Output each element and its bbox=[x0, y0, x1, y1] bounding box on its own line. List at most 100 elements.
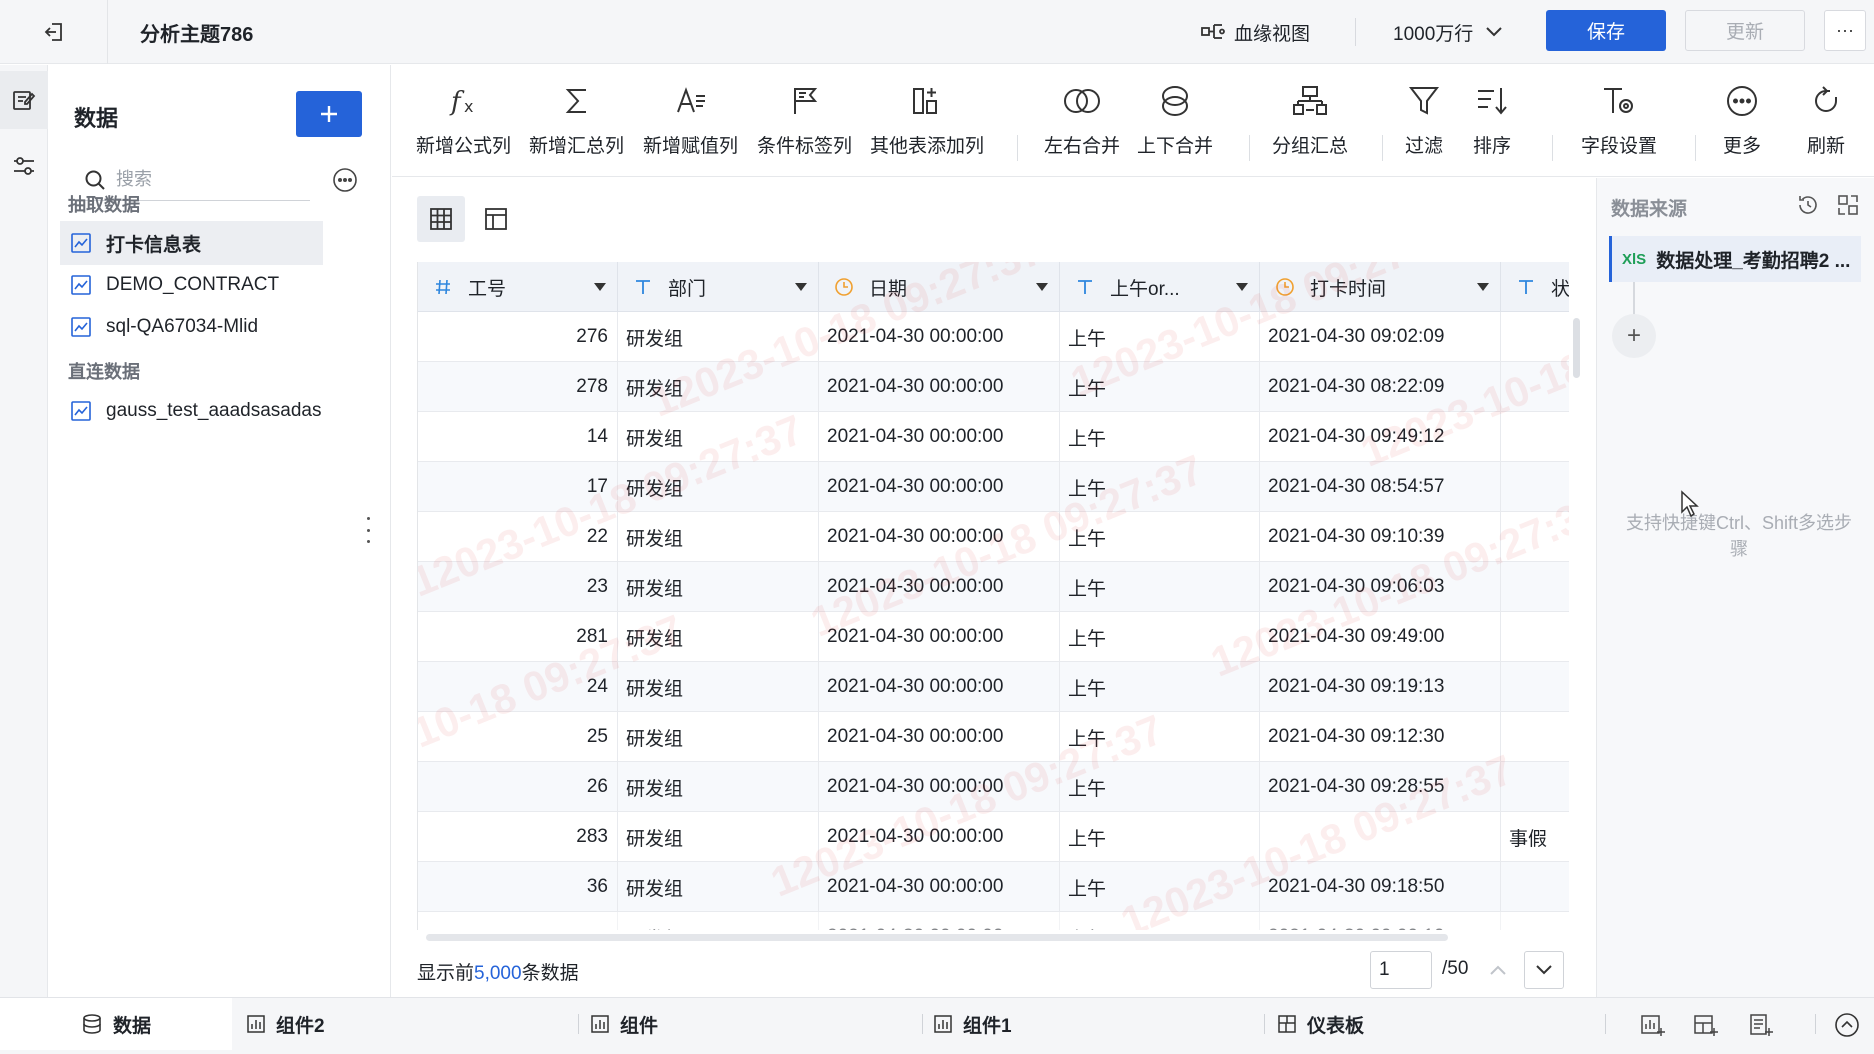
tool-label: 新增赋值列 bbox=[643, 136, 739, 157]
caret-down-icon[interactable] bbox=[1466, 283, 1500, 291]
table-row[interactable]: 25 研发组 2021-04-30 00:00:00 上午 2021-04-30 09:… bbox=[418, 712, 1569, 762]
grid-header: 工号 部门 日期 上午or... 打卡时间 状 bbox=[418, 262, 1569, 312]
row-count-info: 显示前5,000条数据 bbox=[417, 958, 579, 985]
caret-down-icon[interactable] bbox=[784, 283, 818, 291]
sort-button[interactable]: 排序 bbox=[1473, 81, 1511, 167]
column-header-empno[interactable]: 工号 bbox=[418, 262, 618, 312]
tab-data[interactable]: 数据 bbox=[0, 998, 232, 1050]
column-header-ampm[interactable]: 上午or... bbox=[1060, 262, 1260, 312]
table-row[interactable]: 276 研发组 2021-04-30 00:00:00 上午 2021-04-30 09… bbox=[418, 312, 1569, 362]
exit-button[interactable] bbox=[36, 14, 72, 50]
history-icon bbox=[1799, 196, 1817, 214]
layout-view-toggle[interactable] bbox=[472, 196, 520, 242]
page-number-input[interactable] bbox=[1370, 951, 1432, 989]
table-chart-icon bbox=[71, 401, 91, 421]
column-header-date[interactable]: 日期 bbox=[819, 262, 1060, 312]
table-row[interactable]: 281 研发组 2021-04-30 00:00:00 上午 2021-04-30 09… bbox=[418, 612, 1569, 662]
table-cell: 36 bbox=[418, 862, 618, 912]
rail-settings[interactable] bbox=[0, 137, 48, 195]
table-row[interactable]: 283 研发组 2021-04-30 00:00:00 上午 事假 bbox=[418, 812, 1569, 862]
table-row[interactable]: 14 研发组 2021-04-30 00:00:00 上午 2021-04-30 09:… bbox=[418, 412, 1569, 462]
more-operations-button[interactable]: 更多 bbox=[1723, 81, 1761, 167]
table-cell: 研发组 bbox=[618, 712, 819, 762]
tool-label: 其他表添加列 bbox=[870, 136, 985, 157]
panel-resize-handle[interactable] bbox=[364, 517, 372, 543]
table-row[interactable]: 17 研发组 2021-04-30 00:00:00 上午 2021-04-30 08:… bbox=[418, 462, 1569, 512]
search-input[interactable] bbox=[116, 169, 296, 190]
prev-page-button[interactable] bbox=[1480, 951, 1516, 989]
data-source-item[interactable]: XlS 数据处理_考勤招聘2 ... bbox=[1609, 236, 1861, 282]
column-header-punch-time[interactable]: 打卡时间 bbox=[1260, 262, 1501, 312]
grid-view-toggle[interactable] bbox=[417, 196, 465, 242]
table-cell bbox=[1501, 562, 1569, 612]
table-cell: 2021-04-30 09:49:00 bbox=[1260, 612, 1501, 662]
formula-icon: fx bbox=[449, 87, 473, 117]
row-limit-select[interactable]: 1000万行 bbox=[1393, 14, 1503, 50]
filter-button[interactable]: 过滤 bbox=[1405, 81, 1443, 167]
update-button[interactable]: 更新 bbox=[1685, 10, 1805, 51]
lineage-view-button[interactable]: 血缘视图 bbox=[1200, 14, 1310, 50]
add-other-table-column-button[interactable]: 其他表添加列 bbox=[870, 81, 984, 167]
layout-switch-icon bbox=[1838, 195, 1858, 215]
tab-dashboard[interactable]: 仪表板 bbox=[1277, 998, 1364, 1050]
data-source-name: 数据处理_考勤招聘2 ... bbox=[1656, 250, 1851, 272]
table-item[interactable]: sql-QA67034-Mlid bbox=[60, 305, 323, 349]
collapse-tabs-button[interactable] bbox=[1830, 1008, 1864, 1042]
tab-component2[interactable]: 组件2 bbox=[246, 998, 325, 1050]
table-row[interactable]: 22 研发组 2021-04-30 00:00:00 上午 2021-04-30 09:… bbox=[418, 512, 1569, 562]
table-row[interactable]: 研发组2021-04-30 00:00:00上午2021-04-30 09:00… bbox=[418, 912, 1569, 930]
table-row[interactable]: 278 研发组 2021-04-30 00:00:00 上午 2021-04-30 08… bbox=[418, 362, 1569, 412]
caret-down-icon[interactable] bbox=[583, 283, 617, 291]
caret-down-icon[interactable] bbox=[1025, 283, 1059, 291]
layout-switch-button[interactable] bbox=[1833, 190, 1863, 220]
panel-more-button[interactable] bbox=[330, 165, 360, 195]
table-cell: 2021-04-30 00:00:00 bbox=[819, 462, 1060, 512]
add-formula-column-button[interactable]: fx 新增公式列 bbox=[416, 81, 511, 167]
left-right-merge-button[interactable]: 左右合并 bbox=[1044, 81, 1120, 167]
add-dashboard-button[interactable] bbox=[1689, 1008, 1723, 1042]
table-item-label: sql-QA67034-Mlid bbox=[106, 316, 259, 337]
save-button[interactable]: 保存 bbox=[1546, 10, 1666, 51]
tab-component[interactable]: 组件 bbox=[590, 998, 658, 1050]
add-report-button[interactable] bbox=[1744, 1008, 1778, 1042]
field-settings-button[interactable]: 字段设置 bbox=[1581, 81, 1657, 167]
rail-data-prep[interactable] bbox=[0, 71, 48, 129]
tab-label: 组件2 bbox=[276, 1015, 325, 1037]
table-row[interactable]: 23 研发组 2021-04-30 00:00:00 上午 2021-04-30 09:… bbox=[418, 562, 1569, 612]
add-summary-column-button[interactable]: 新增汇总列 bbox=[529, 81, 624, 167]
add-component-button[interactable] bbox=[1636, 1008, 1670, 1042]
table-cell: 17 bbox=[418, 462, 618, 512]
text-type-icon bbox=[632, 278, 654, 296]
tab-component1[interactable]: 组件1 bbox=[933, 998, 1012, 1050]
filter-icon bbox=[1408, 87, 1440, 115]
more-options-button[interactable]: ··· bbox=[1824, 10, 1866, 51]
table-item[interactable]: DEMO_CONTRACT bbox=[60, 263, 323, 307]
table-cell: 2021-04-30 09:19:13 bbox=[1260, 662, 1501, 712]
table-cell: 2021-04-30 00:00:00 bbox=[819, 512, 1060, 562]
table-cell bbox=[1501, 362, 1569, 412]
ellipsis-circle-icon bbox=[1727, 86, 1757, 116]
group-summary-button[interactable]: 分组汇总 bbox=[1272, 81, 1348, 167]
history-button[interactable] bbox=[1793, 190, 1823, 220]
grid-vertical-scrollbar[interactable] bbox=[1573, 318, 1580, 378]
caret-down-icon[interactable] bbox=[1225, 283, 1259, 291]
data-grid: 工号 部门 日期 上午or... 打卡时间 状 276 研发组 2021-04-… bbox=[417, 262, 1569, 930]
up-down-merge-button[interactable]: 上下合并 bbox=[1137, 81, 1213, 167]
add-assign-column-button[interactable]: 新增赋值列 bbox=[643, 81, 738, 167]
add-data-button[interactable] bbox=[296, 91, 362, 137]
table-item[interactable]: gauss_test_aaadsasadas bbox=[60, 389, 323, 433]
table-row[interactable]: 24 研发组 2021-04-30 00:00:00 上午 2021-04-30 09:… bbox=[418, 662, 1569, 712]
column-header-dept[interactable]: 部门 bbox=[618, 262, 819, 312]
svg-text:f: f bbox=[449, 87, 465, 117]
tool-label: 上下合并 bbox=[1137, 136, 1214, 157]
grid-horizontal-scrollbar[interactable] bbox=[426, 934, 1448, 941]
add-condition-tag-column-button[interactable]: 条件标签列 bbox=[757, 81, 852, 167]
column-name: 部门 bbox=[668, 278, 707, 300]
table-item[interactable]: 打卡信息表 bbox=[60, 221, 323, 265]
add-step-button[interactable]: + bbox=[1612, 314, 1656, 358]
next-page-button[interactable] bbox=[1524, 951, 1564, 989]
column-header-status[interactable]: 状 bbox=[1501, 262, 1569, 312]
refresh-button[interactable]: 刷新 bbox=[1807, 81, 1845, 167]
table-row[interactable]: 26 研发组 2021-04-30 00:00:00 上午 2021-04-30 09:… bbox=[418, 762, 1569, 812]
table-row[interactable]: 36 研发组 2021-04-30 00:00:00 上午 2021-04-30 09:… bbox=[418, 862, 1569, 912]
